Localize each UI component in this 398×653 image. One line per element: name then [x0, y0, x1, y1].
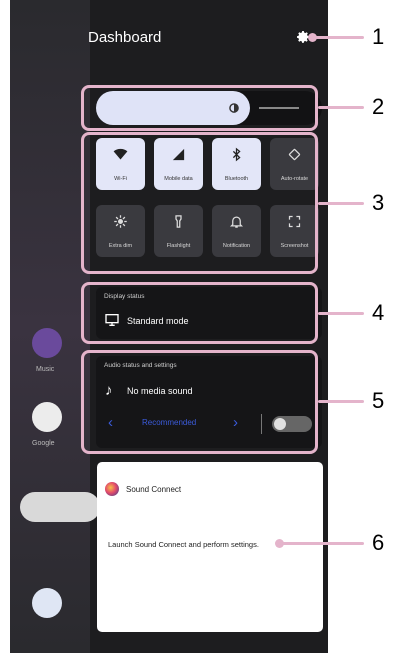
google-app-icon	[32, 402, 62, 432]
callout-number-4: 4	[372, 300, 385, 325]
callout-number-1: 1	[372, 24, 385, 49]
callout-line-6	[281, 542, 364, 545]
google-app-label: Google	[32, 440, 55, 447]
callout-number-2: 2	[372, 94, 385, 119]
music-app-label: Music	[36, 366, 55, 373]
sound-connect-description: Launch Sound Connect and perform setting…	[108, 540, 259, 549]
highlight-audio-status	[81, 350, 318, 454]
home-background	[10, 0, 90, 653]
sound-connect-app-name: Sound Connect	[126, 485, 182, 494]
sound-connect-logo	[105, 482, 119, 496]
highlight-brightness	[81, 85, 318, 131]
music-app-icon	[32, 328, 62, 358]
highlight-tiles	[81, 132, 318, 274]
callout-line-2	[318, 106, 364, 109]
callout-line-5	[318, 400, 364, 403]
search-bar-background	[20, 492, 100, 522]
callout-line-3	[318, 202, 364, 205]
callout-line-4	[318, 312, 364, 315]
callout-number-5: 5	[372, 388, 385, 413]
highlight-display-status	[81, 282, 318, 344]
page-title: Dashboard	[88, 29, 162, 46]
callout-number-3: 3	[372, 190, 385, 215]
callout-line-1	[314, 36, 364, 39]
sound-connect-card[interactable]: Sound Connect Launch Sound Connect and p…	[97, 462, 323, 632]
phone-app-icon	[32, 588, 62, 618]
callout-number-6: 6	[372, 530, 385, 555]
